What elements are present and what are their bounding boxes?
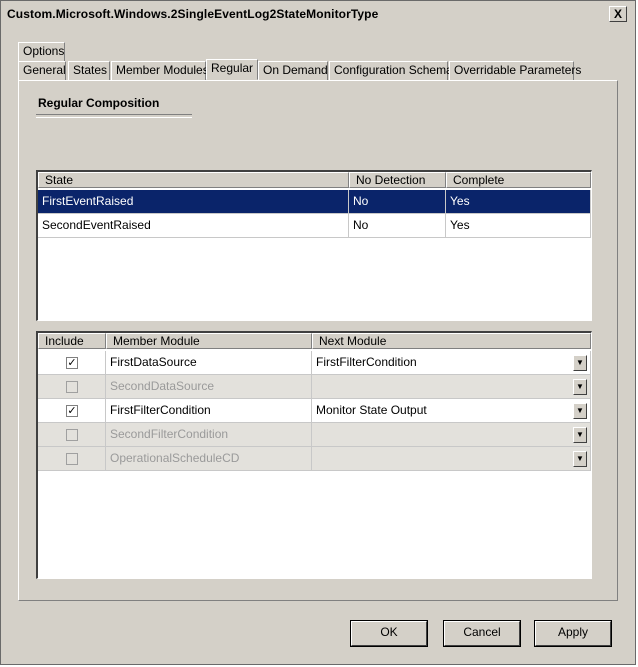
tab-states[interactable]: States	[68, 61, 110, 80]
state-cell: SecondEventRaised	[38, 214, 349, 238]
include-cell	[38, 447, 106, 471]
next-module-select[interactable]	[312, 423, 591, 447]
member-module-cell: SecondFilterCondition	[106, 423, 312, 447]
include-checkbox[interactable]: ✓	[66, 405, 78, 417]
tab-regular[interactable]: Regular	[206, 59, 258, 80]
chevron-down-icon[interactable]: ▼	[573, 403, 587, 419]
include-cell	[38, 423, 106, 447]
column-header-state[interactable]: State	[38, 172, 349, 188]
tab-general[interactable]: General	[18, 61, 66, 80]
section-divider	[36, 114, 192, 118]
close-icon: X	[613, 7, 622, 21]
next-module-select[interactable]	[312, 375, 591, 399]
no-detection-cell: No	[349, 214, 446, 238]
module-row[interactable]: ✓ FirstDataSource FirstFilterCondition ▼	[38, 351, 591, 375]
next-module-select[interactable]	[312, 447, 591, 471]
tab-configuration-schema[interactable]: Configuration Schema	[329, 61, 453, 80]
tab-on-demand[interactable]: On Demand	[258, 61, 328, 80]
column-header-member-module[interactable]: Member Module	[106, 333, 312, 349]
chevron-down-icon[interactable]: ▼	[573, 355, 587, 371]
chevron-down-icon[interactable]: ▼	[573, 427, 587, 443]
window-title: Custom.Microsoft.Windows.2SingleEventLog…	[7, 7, 379, 21]
module-row[interactable]: SecondFilterCondition ▼	[38, 423, 591, 447]
member-module-cell: OperationalScheduleCD	[106, 447, 312, 471]
apply-button[interactable]: Apply	[534, 620, 612, 647]
member-module-cell: FirstDataSource	[106, 351, 312, 375]
state-grid: State No Detection Complete FirstEventRa…	[36, 170, 592, 321]
column-header-no-detection[interactable]: No Detection	[349, 172, 446, 188]
complete-cell: Yes	[446, 214, 591, 238]
ok-button[interactable]: OK	[350, 620, 428, 647]
include-cell: ✓	[38, 399, 106, 423]
include-checkbox[interactable]: ✓	[66, 357, 78, 369]
tab-overridable-parameters[interactable]: Overridable Parameters	[449, 61, 581, 80]
no-detection-cell: No	[349, 190, 446, 214]
include-cell: ✓	[38, 351, 106, 375]
state-row[interactable]: FirstEventRaised No Yes	[38, 190, 591, 214]
module-grid: Include Member Module Next Module ✓ Firs…	[36, 331, 592, 579]
close-button[interactable]: X	[609, 6, 627, 22]
include-checkbox[interactable]	[66, 381, 78, 393]
member-module-cell: SecondDataSource	[106, 375, 312, 399]
member-module-cell: FirstFilterCondition	[106, 399, 312, 423]
title-bar[interactable]: Custom.Microsoft.Windows.2SingleEventLog…	[3, 3, 633, 25]
next-module-select[interactable]: FirstFilterCondition	[312, 351, 591, 375]
column-header-include[interactable]: Include	[38, 333, 106, 349]
tab-member-modules[interactable]: Member Modules	[111, 61, 209, 80]
module-row[interactable]: ✓ FirstFilterCondition Monitor State Out…	[38, 399, 591, 423]
state-row[interactable]: SecondEventRaised No Yes	[38, 214, 591, 238]
module-row[interactable]: SecondDataSource ▼	[38, 375, 591, 399]
tab-options[interactable]: Options	[18, 42, 65, 61]
module-row[interactable]: OperationalScheduleCD ▼	[38, 447, 591, 471]
chevron-down-icon[interactable]: ▼	[573, 451, 587, 467]
include-checkbox[interactable]	[66, 429, 78, 441]
complete-cell: Yes	[446, 190, 591, 214]
cancel-button[interactable]: Cancel	[443, 620, 521, 647]
next-module-select[interactable]: Monitor State Output	[312, 399, 591, 423]
chevron-down-icon[interactable]: ▼	[573, 379, 587, 395]
section-title: Regular Composition	[38, 96, 160, 110]
include-cell	[38, 375, 106, 399]
include-checkbox[interactable]	[66, 453, 78, 465]
column-header-next-module[interactable]: Next Module	[312, 333, 591, 349]
column-header-complete[interactable]: Complete	[446, 172, 591, 188]
state-cell: FirstEventRaised	[38, 190, 349, 214]
